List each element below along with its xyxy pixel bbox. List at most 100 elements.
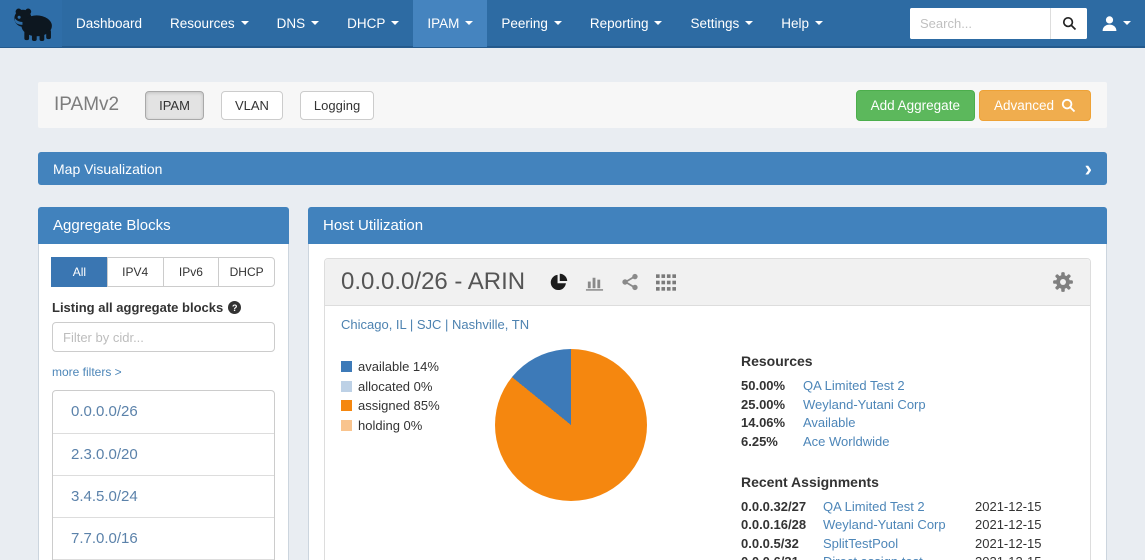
header-actions: Add Aggregate Advanced (856, 90, 1091, 121)
resource-link[interactable]: Available (803, 415, 856, 430)
map-visualization-toggle[interactable]: Map Visualization › (38, 152, 1107, 185)
aggregate-block-item[interactable]: 3.4.5.0/24 (53, 475, 274, 517)
nav-menu-item[interactable]: Reporting (576, 0, 677, 47)
cidr-filter-input[interactable] (52, 322, 275, 352)
resource-percent: 25.00% (741, 397, 803, 412)
nav-menu-label: IPAM (427, 16, 459, 31)
view-tab-button[interactable]: IPAM (145, 91, 204, 120)
chevron-down-icon (654, 21, 662, 25)
nav-menu-label: Settings (690, 16, 739, 31)
grid-view-icon[interactable] (656, 274, 676, 291)
aggregate-block-item[interactable]: 0.0.0.0/26 (53, 391, 274, 433)
chevron-down-icon (815, 21, 823, 25)
resource-link[interactable]: QA Limited Test 2 (803, 378, 905, 393)
add-aggregate-button[interactable]: Add Aggregate (856, 90, 975, 121)
gear-icon[interactable] (1052, 271, 1074, 293)
view-tab-button[interactable]: VLAN (221, 91, 283, 120)
search-input[interactable] (910, 8, 1050, 39)
aggregate-blocks-body: All IPV4 IPv6 DHCP Listing all aggregate… (38, 244, 289, 560)
nav-menu-item[interactable]: Dashboard (62, 0, 156, 47)
legend-item: available 14% (341, 359, 479, 374)
assignment-cidr: 0.0.0.5/32 (741, 536, 823, 551)
user-menu[interactable] (1101, 15, 1131, 32)
more-filters-link[interactable]: more filters > (52, 365, 122, 379)
nav-menu-item[interactable]: IPAM (413, 0, 487, 47)
location-links[interactable]: Chicago, IL | SJC | Nashville, TN (325, 306, 1090, 332)
assignment-link[interactable]: SplitTestPool (823, 536, 975, 551)
listing-label: Listing all aggregate blocks ? (52, 300, 275, 315)
nav-menu-item[interactable]: Settings (676, 0, 767, 47)
chevron-down-icon (241, 21, 249, 25)
recent-assignments-section: Recent Assignments 0.0.0.32/27 QA Limite… (741, 474, 1074, 560)
resources-heading: Resources (741, 353, 1074, 369)
recent-assignments-heading: Recent Assignments (741, 474, 1074, 490)
assignment-cidr: 0.0.0.32/27 (741, 499, 823, 514)
nav-menu-label: DNS (277, 16, 306, 31)
block-type-tab[interactable]: DHCP (218, 257, 275, 287)
listing-label-text: Listing all aggregate blocks (52, 300, 223, 315)
block-type-tab[interactable]: IPv6 (163, 257, 220, 287)
nav-menu-label: Resources (170, 16, 235, 31)
block-type-tab[interactable]: IPV4 (107, 257, 164, 287)
chevron-down-icon (465, 21, 473, 25)
chevron-down-icon (391, 21, 399, 25)
assignment-cidr: 0.0.0.6/31 (741, 554, 823, 560)
resources-list: 50.00% QA Limited Test 2 25.00% Weyland-… (741, 378, 1074, 449)
app-logo[interactable] (0, 0, 62, 47)
stats-column: Resources 50.00% QA Limited Test 2 (741, 353, 1074, 560)
nav-menu-item[interactable]: Peering (487, 0, 576, 47)
legend-label: assigned 85% (358, 398, 440, 413)
aggregate-block-item[interactable]: 2.3.0.0/20 (53, 433, 274, 475)
search-group (910, 8, 1087, 39)
bar-chart-view-icon[interactable] (585, 273, 604, 292)
panels-row: Aggregate Blocks All IPV4 IPv6 DHCP List… (38, 207, 1107, 560)
view-tab-button[interactable]: Logging (300, 91, 374, 120)
assignment-link[interactable]: Weyland-Yutani Corp (823, 517, 975, 532)
assignment-row: 0.0.0.5/32 SplitTestPool 2021-12-15 (741, 536, 1074, 551)
subnet-detail-card: 0.0.0.0/26 - ARIN (324, 258, 1091, 560)
aggregate-block-list: 0.0.0.0/26 2.3.0.0/20 3.4.5.0/24 7.7.0.0… (52, 390, 275, 560)
nav-menu-item[interactable]: DNS (263, 0, 334, 47)
nav-menu-label: Peering (501, 16, 548, 31)
legend-item: holding 0% (341, 418, 479, 433)
chevron-down-icon (1123, 21, 1131, 25)
page-title: IPAMv2 (54, 94, 119, 116)
subnet-title: 0.0.0.0/26 - ARIN (341, 268, 525, 296)
advanced-search-button[interactable]: Advanced (979, 90, 1091, 121)
resource-link[interactable]: Ace Worldwide (803, 434, 889, 449)
resource-link[interactable]: Weyland-Yutani Corp (803, 397, 926, 412)
legend-item: assigned 85% (341, 398, 479, 413)
aggregate-blocks-header: Aggregate Blocks (38, 207, 289, 244)
nav-menu-item[interactable]: Help (767, 0, 837, 47)
legend-label: holding 0% (358, 418, 422, 433)
resource-row: 50.00% QA Limited Test 2 (741, 378, 1074, 393)
search-icon (1062, 16, 1077, 31)
chevron-down-icon (554, 21, 562, 25)
assignment-date: 2021-12-15 (975, 554, 1042, 560)
legend-item: allocated 0% (341, 379, 479, 394)
assignment-link[interactable]: QA Limited Test 2 (823, 499, 975, 514)
share-icon[interactable] (621, 273, 639, 291)
utilization-pie-chart (495, 349, 647, 501)
nav-menu-item[interactable]: DHCP (333, 0, 413, 47)
block-type-tabs: All IPV4 IPv6 DHCP (52, 257, 275, 287)
search-button[interactable] (1050, 8, 1087, 39)
nav-menu-label: Help (781, 16, 809, 31)
assignment-row: 0.0.0.6/31 Direct assign test 2021-12-15 (741, 554, 1074, 560)
help-icon[interactable]: ? (228, 301, 241, 314)
resource-row: 25.00% Weyland-Yutani Corp (741, 397, 1074, 412)
nav-menu-item[interactable]: Resources (156, 0, 263, 47)
block-type-tab[interactable]: All (51, 257, 108, 287)
aggregate-blocks-panel: Aggregate Blocks All IPV4 IPv6 DHCP List… (38, 207, 289, 560)
chevron-down-icon (745, 21, 753, 25)
top-navbar: Dashboard Resources DNS DHCP IPAM (0, 0, 1145, 48)
aggregate-block-item[interactable]: 7.7.0.0/16 (53, 517, 274, 559)
nav-menu-label: Reporting (590, 16, 649, 31)
map-visualization-label: Map Visualization (53, 161, 162, 177)
advanced-button-label: Advanced (994, 98, 1054, 113)
utilization-chart-row: available 14% allocated 0% a (325, 332, 1090, 560)
chevron-down-icon (311, 21, 319, 25)
assignment-link[interactable]: Direct assign test (823, 554, 975, 560)
pie-chart-view-icon[interactable] (549, 273, 568, 292)
resource-percent: 6.25% (741, 434, 803, 449)
